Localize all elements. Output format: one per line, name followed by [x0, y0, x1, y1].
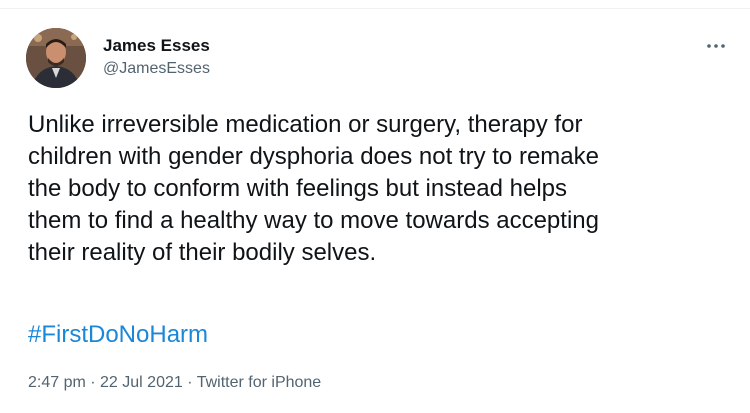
tweet-metadata: 2:47 pm · 22 Jul 2021 · Twitter for iPho…	[28, 373, 321, 393]
author-avatar[interactable]	[26, 28, 86, 88]
avatar-photo-icon	[26, 28, 86, 88]
author-display-name[interactable]: James Esses	[103, 35, 210, 57]
more-dots-icon	[707, 44, 725, 48]
tweet-card: James Esses @JamesEsses Unlike irreversi…	[0, 9, 750, 413]
meta-separator: ·	[85, 374, 101, 391]
tweet-time[interactable]: 2:47 pm	[28, 374, 86, 391]
hashtag-link[interactable]: #FirstDoNoHarm	[28, 319, 208, 351]
tweet-text: Unlike irreversible medication or surger…	[28, 111, 599, 266]
meta-separator: ·	[182, 374, 197, 391]
more-options-button[interactable]	[704, 39, 728, 53]
tweet-source[interactable]: Twitter for iPhone	[197, 374, 322, 391]
author-handle[interactable]: @JamesEsses	[103, 59, 210, 79]
tweet-date[interactable]: 22 Jul 2021	[100, 374, 183, 391]
author-block: James Esses @JamesEsses	[103, 35, 210, 79]
tweet-page: James Esses @JamesEsses Unlike irreversi…	[0, 0, 750, 413]
